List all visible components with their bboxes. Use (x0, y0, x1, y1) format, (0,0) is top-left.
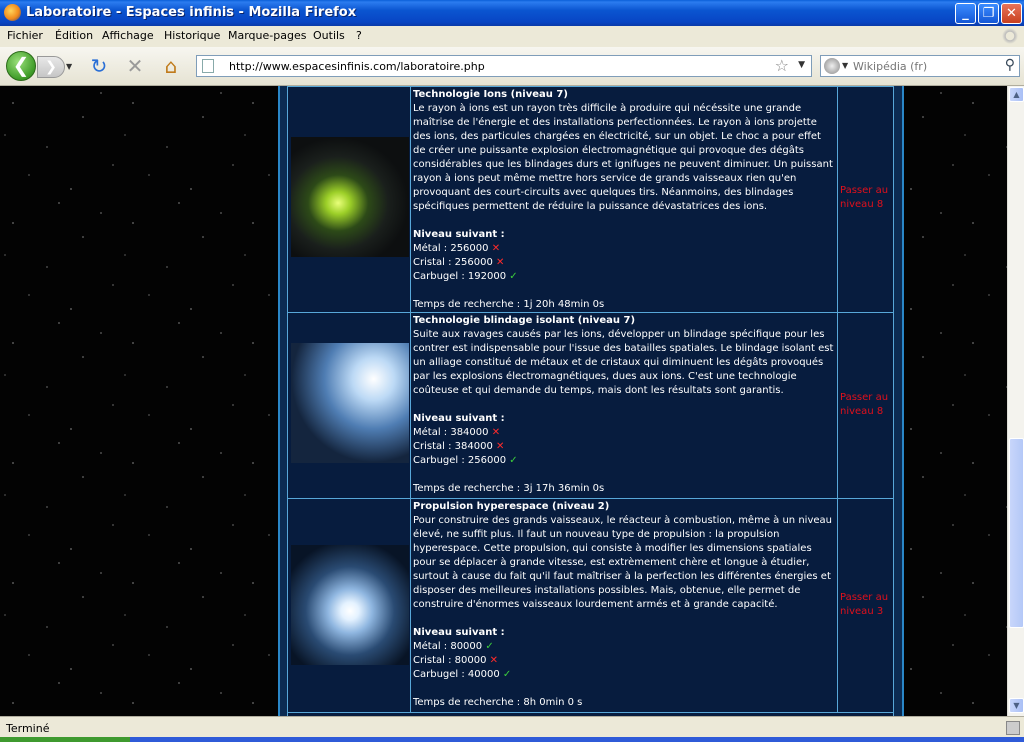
history-dropdown-icon[interactable]: ▼ (66, 62, 72, 71)
upgrade-link-line2[interactable]: niveau 8 (840, 405, 883, 419)
menu-affichage[interactable]: Affichage (102, 29, 154, 42)
cost-carbugel: Carbugel : 256000 ✓ (413, 455, 518, 466)
url-dropdown-icon[interactable]: ▼ (798, 60, 805, 70)
engine-dropdown-icon[interactable]: ▼ (842, 61, 848, 70)
upgrade-link-line1[interactable]: Passer au (840, 391, 888, 405)
research-row-hyperespace: Propulsion hyperespace (niveau 2) Pour c… (287, 498, 894, 713)
research-image-cell (288, 499, 411, 712)
menu-edition[interactable]: Édition (55, 29, 93, 42)
research-text-cell: Technologie blindage isolant (niveau 7) … (411, 313, 838, 498)
forward-button[interactable]: ❯ (37, 56, 65, 78)
research-title: Technologie blindage isolant (niveau 7) (413, 315, 636, 326)
research-title: Technologie Ions (niveau 7) (413, 89, 568, 100)
firefox-logo-icon (4, 4, 21, 21)
research-row-ions: Technologie Ions (niveau 7) Le rayon à i… (287, 86, 894, 313)
next-level-label: Niveau suivant : (413, 627, 505, 638)
search-input[interactable] (853, 58, 993, 74)
cost-carbugel: Carbugel : 40000 ✓ (413, 669, 512, 680)
url-bar[interactable]: http://www.espacesinfinis.com/laboratoir… (196, 55, 812, 77)
cost-cristal: Cristal : 256000 ✕ (413, 257, 505, 268)
ion-beam-image (291, 137, 409, 257)
stop-button[interactable]: ✕ (123, 55, 147, 79)
insufficient-icon: ✕ (496, 441, 505, 452)
url-text[interactable]: http://www.espacesinfinis.com/laboratoir… (229, 60, 485, 73)
next-level-label: Niveau suivant : (413, 229, 505, 240)
insufficient-icon: ✕ (496, 257, 505, 268)
ship-image (291, 343, 409, 463)
upgrade-link-line2[interactable]: niveau 3 (840, 605, 883, 619)
close-button[interactable]: ✕ (1001, 3, 1022, 24)
research-text-cell: Propulsion hyperespace (niveau 2) Pour c… (411, 499, 838, 712)
back-button[interactable]: ❮ (6, 51, 36, 81)
bookmark-star-icon[interactable]: ☆ (775, 56, 789, 75)
search-icon[interactable]: ⚲ (1005, 57, 1015, 73)
sufficient-icon: ✓ (502, 669, 512, 680)
research-time: Temps de recherche : 1j 20h 48min 0s (413, 299, 605, 310)
home-button[interactable]: ⌂ (159, 55, 183, 79)
sufficient-icon: ✓ (509, 455, 518, 466)
menu-marque-pages[interactable]: Marque-pages (228, 29, 306, 42)
cost-metal: Métal : 256000 ✕ (413, 243, 501, 254)
scroll-down-button[interactable]: ▼ (1009, 698, 1024, 713)
cost-carbugel: Carbugel : 192000 ✓ (413, 271, 518, 282)
maximize-button[interactable]: ❐ (978, 3, 999, 24)
insufficient-icon: ✕ (491, 427, 501, 438)
research-image-cell (288, 87, 411, 312)
vertical-scrollbar[interactable]: ▲ ▼ (1007, 86, 1024, 716)
research-text-cell: Technologie Ions (niveau 7) Le rayon à i… (411, 87, 838, 312)
addon-icon[interactable] (1006, 721, 1020, 735)
research-image-cell (288, 313, 411, 498)
page-content: Technologie Ions (niveau 7) Le rayon à i… (0, 86, 1007, 716)
cost-cristal: Cristal : 384000 ✕ (413, 441, 505, 452)
menu-help[interactable]: ? (356, 29, 362, 42)
menu-fichier[interactable]: Fichier (7, 29, 43, 42)
throbber-icon (1002, 28, 1018, 44)
cost-cristal: Cristal : 80000 ✕ (413, 655, 499, 666)
research-time: Temps de recherche : 8h 0min 0 s (413, 697, 583, 708)
research-time: Temps de recherche : 3j 17h 36min 0s (413, 483, 605, 494)
scroll-up-button[interactable]: ▲ (1009, 87, 1024, 102)
window-title: Laboratoire - Espaces infinis - Mozilla … (26, 5, 357, 20)
menu-historique[interactable]: Historique (164, 29, 220, 42)
page-icon (202, 59, 214, 73)
menu-bar: Fichier Édition Affichage Historique Mar… (0, 26, 1024, 47)
insufficient-icon: ✕ (489, 655, 499, 666)
wikipedia-engine-icon[interactable] (824, 58, 840, 74)
upgrade-action-cell: Passer au niveau 8 (838, 313, 893, 498)
upgrade-action-cell: Passer au niveau 8 (838, 87, 893, 312)
research-title: Propulsion hyperespace (niveau 2) (413, 501, 610, 512)
upgrade-link-line1[interactable]: Passer au (840, 591, 888, 605)
upgrade-link-line1[interactable]: Passer au (840, 184, 888, 198)
title-bar: Laboratoire - Espaces infinis - Mozilla … (0, 0, 1024, 26)
hyperspace-image (291, 545, 409, 665)
next-level-label: Niveau suivant : (413, 413, 505, 424)
reload-button[interactable]: ↻ (87, 55, 111, 79)
minimize-button[interactable]: _ (955, 3, 976, 24)
research-description: Suite aux ravages causés par les ions, d… (413, 329, 834, 396)
taskbar-strip (0, 737, 1024, 742)
upgrade-link-line2[interactable]: niveau 8 (840, 198, 883, 212)
insufficient-icon: ✕ (491, 243, 501, 254)
menu-outils[interactable]: Outils (313, 29, 345, 42)
research-description: Le rayon à ions est un rayon très diffic… (413, 103, 833, 212)
cost-metal: Métal : 80000 ✓ (413, 641, 494, 652)
sufficient-icon: ✓ (509, 271, 518, 282)
cost-metal: Métal : 384000 ✕ (413, 427, 501, 438)
research-row-blindage: Technologie blindage isolant (niveau 7) … (287, 312, 894, 499)
research-description: Pour construire des grands vaisseaux, le… (413, 515, 832, 610)
scroll-thumb[interactable] (1009, 438, 1024, 628)
sufficient-icon: ✓ (485, 641, 494, 652)
search-bar[interactable]: ▼ ⚲ (820, 55, 1020, 77)
status-text: Terminé (6, 722, 50, 735)
upgrade-action-cell: Passer au niveau 3 (838, 499, 893, 712)
